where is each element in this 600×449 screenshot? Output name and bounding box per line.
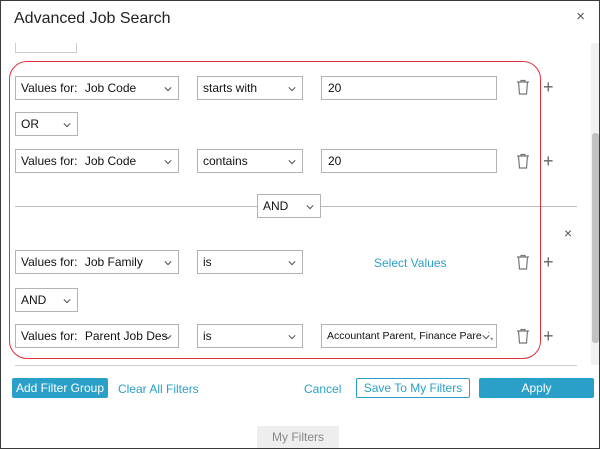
close-icon[interactable]: × (576, 8, 585, 25)
group-divider-right (321, 206, 577, 207)
content-divider (15, 365, 577, 366)
field-value: Job Family (84, 255, 143, 269)
partial-control (15, 43, 77, 53)
chevron-down-icon (164, 335, 172, 340)
value-input-row2[interactable]: 20 (321, 149, 497, 173)
value-input-row1[interactable]: 20 (321, 76, 497, 100)
save-to-my-filters-button[interactable]: Save To My Filters (356, 378, 470, 398)
advanced-job-search-dialog: Advanced Job Search × Values for: Job Co… (0, 0, 600, 449)
operator-value: starts with (203, 81, 258, 95)
chevron-down-icon (288, 335, 296, 340)
field-select-row1[interactable]: Values for: Job Code (15, 76, 179, 100)
add-row-icon[interactable]: + (543, 327, 554, 345)
chevron-down-icon (288, 160, 296, 165)
group-divider-left (15, 206, 257, 207)
trash-icon[interactable] (516, 79, 530, 95)
values-for-label: Values for: (21, 329, 78, 343)
chevron-down-icon (288, 87, 296, 92)
operator-select-row2[interactable]: contains (197, 149, 303, 173)
connector-value: AND (263, 199, 289, 213)
scrollbar-thumb[interactable] (592, 133, 599, 343)
chevron-down-icon (164, 87, 172, 92)
chevron-down-icon (164, 160, 172, 165)
add-row-icon[interactable]: + (543, 78, 554, 96)
chevron-down-icon (306, 205, 314, 210)
connector-select-2[interactable]: AND (15, 288, 78, 312)
add-row-icon[interactable]: + (543, 253, 554, 271)
my-filters-tab[interactable]: My Filters (257, 426, 339, 448)
apply-button[interactable]: Apply (479, 378, 594, 398)
chevron-down-icon (482, 333, 490, 341)
selected-values: Accountant Parent, Finance Parent, I (327, 330, 497, 342)
dialog-title: Advanced Job Search (14, 10, 171, 27)
add-filter-group-button[interactable]: Add Filter Group (12, 378, 108, 398)
operator-value: is (203, 329, 212, 343)
values-for-label: Values for: (21, 154, 78, 168)
field-value: Parent Job Des (84, 329, 168, 343)
trash-icon[interactable] (516, 328, 530, 344)
field-select-row3[interactable]: Values for: Job Family (15, 250, 179, 274)
operator-value: contains (203, 154, 248, 168)
filter-content: Values for: Job Code starts with 20 + OR… (1, 43, 591, 365)
trash-icon[interactable] (516, 254, 530, 270)
chevron-down-icon (288, 261, 296, 266)
field-select-row4[interactable]: Values for: Parent Job Des (15, 324, 179, 348)
chevron-down-icon (63, 123, 71, 128)
values-for-label: Values for: (21, 255, 78, 269)
values-for-label: Values for: (21, 81, 78, 95)
field-value: Job Code (84, 154, 137, 168)
group-connector-select[interactable]: AND (257, 194, 321, 218)
operator-value: is (203, 255, 212, 269)
chevron-down-icon (63, 299, 71, 304)
connector-value: AND (21, 293, 47, 307)
remove-group-icon[interactable]: × (564, 225, 572, 241)
chevron-down-icon (164, 261, 172, 266)
vertical-scrollbar[interactable] (591, 43, 599, 365)
operator-select-row4[interactable]: is (197, 324, 303, 348)
add-row-icon[interactable]: + (543, 152, 554, 170)
select-values-link[interactable]: Select Values (374, 256, 447, 270)
cancel-button[interactable]: Cancel (304, 382, 341, 396)
clear-all-filters-link[interactable]: Clear All Filters (118, 382, 199, 396)
connector-value: OR (21, 117, 39, 131)
operator-select-row3[interactable]: is (197, 250, 303, 274)
trash-icon[interactable] (516, 153, 530, 169)
operator-select-row1[interactable]: starts with (197, 76, 303, 100)
connector-select-1[interactable]: OR (15, 112, 78, 136)
field-select-row2[interactable]: Values for: Job Code (15, 149, 179, 173)
field-value: Job Code (84, 81, 137, 95)
multi-value-select-row4[interactable]: Accountant Parent, Finance Parent, I (321, 324, 497, 348)
